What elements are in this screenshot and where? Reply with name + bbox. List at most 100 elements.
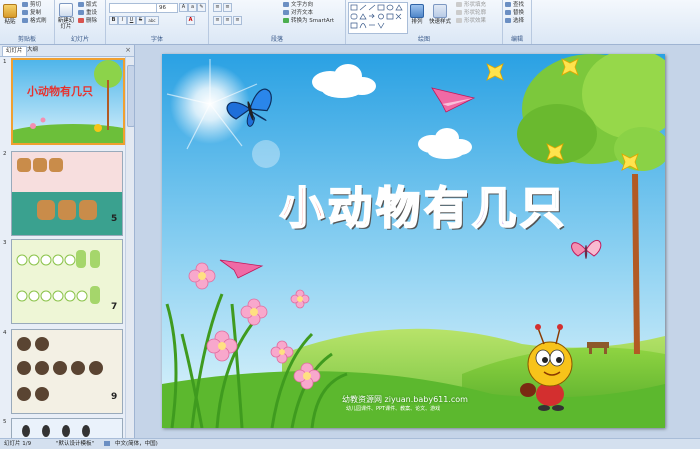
quick-styles-icon: [433, 4, 447, 18]
text-direction-icon: [283, 2, 289, 7]
thumbnail-1-preview: 小动物有几只: [13, 60, 123, 143]
spellcheck-icon[interactable]: [104, 441, 110, 446]
group-label-editing: 编辑: [510, 36, 523, 43]
slide-number-4: 4: [3, 330, 7, 336]
thumbnail-1-title: 小动物有几只: [26, 84, 93, 98]
align-center-button[interactable]: ≡: [223, 16, 232, 25]
new-slide-button[interactable]: 新建幻灯片: [57, 3, 75, 30]
shadow-button[interactable]: abc: [145, 16, 159, 25]
shrink-font-button[interactable]: a: [188, 3, 197, 12]
copy-button[interactable]: 复制: [22, 10, 41, 17]
tab-slides[interactable]: 幻灯片: [2, 46, 27, 56]
shape-effects-button[interactable]: 形状效果: [456, 18, 486, 25]
slides-panel: 幻灯片 大纲 × 1 小动物有几只 2 5 3 7 4 9 5: [0, 45, 135, 440]
brush-icon: [22, 18, 28, 23]
fill-icon: [456, 2, 462, 7]
slide-number-2: 2: [3, 151, 7, 157]
shape-outline-button[interactable]: 形状轮廓: [456, 10, 486, 17]
group-font: 96 A a ✎ B I U S abc A 字体: [106, 0, 209, 44]
italic-button[interactable]: I: [118, 16, 127, 25]
theme-status: "默认设计模板": [56, 441, 95, 447]
clear-format-button[interactable]: ✎: [197, 3, 206, 12]
group-label-font: 字体: [150, 36, 163, 43]
replace-button[interactable]: 替换: [505, 10, 524, 17]
slide-canvas[interactable]: 小动物有几只 幼教资源网 ziyuan.baby611.com 幼儿园课件、PP…: [162, 54, 665, 428]
close-icon[interactable]: ×: [125, 46, 131, 55]
cut-button[interactable]: 剪切: [22, 2, 41, 9]
quick-styles-button[interactable]: 快速样式: [428, 4, 452, 25]
effects-icon: [456, 18, 462, 23]
title-char: 有: [423, 182, 472, 235]
title-char: 几: [471, 182, 520, 235]
slide-thumbnail-3[interactable]: 7: [11, 239, 123, 324]
group-drawing: 排列 快速样式 形状填充 形状轮廓 形状效果 绘图: [346, 0, 503, 44]
slide-artwork: [162, 54, 665, 428]
bold-button[interactable]: B: [109, 16, 118, 25]
grow-font-button[interactable]: A: [179, 3, 188, 12]
scrollbar-thumb[interactable]: [127, 65, 135, 127]
title-char: 只: [519, 182, 568, 235]
slide-thumbnail-1[interactable]: 小动物有几只: [11, 58, 125, 145]
shapes-gallery-icons: [350, 4, 403, 29]
reset-button[interactable]: 重设: [78, 10, 97, 17]
new-slide-icon: [59, 3, 73, 17]
paste-button[interactable]: 粘贴: [3, 4, 17, 25]
copy-icon: [22, 10, 28, 15]
shapes-gallery[interactable]: [348, 2, 408, 34]
arrange-button[interactable]: 排列: [410, 4, 424, 25]
outline-icon: [456, 10, 462, 15]
watermark: 幼教资源网 ziyuan.baby611.com: [342, 395, 468, 404]
group-paragraph: ≡ ≡ ≡ ≡ ≡ 文字方向 对齐文本 转换为 SmartArt 段落: [209, 0, 346, 44]
select-button[interactable]: 选择: [505, 18, 524, 25]
align-left-button[interactable]: ≡: [213, 16, 222, 25]
title-char: 物: [375, 182, 424, 235]
bullets-button[interactable]: ≡: [213, 3, 222, 12]
panel-scrollbar[interactable]: [125, 57, 135, 439]
slide-title: 小动物有几只: [214, 172, 634, 236]
layout-button[interactable]: 版式: [78, 2, 97, 9]
group-slides: 新建幻灯片 版式 重设 删除 幻灯片: [55, 0, 106, 44]
slide-number-1: 1: [3, 59, 7, 65]
status-bar: 幻灯片 1/9 "默认设计模板" 中文(简体，中国): [0, 438, 700, 449]
watermark-sub: 幼儿园课件、PPT课件、教案、论文、游戏: [346, 406, 441, 412]
slide-3-page-label: 7: [111, 302, 118, 312]
group-label-clipboard: 剪贴板: [17, 36, 36, 43]
thumbnail-4-preview: [12, 330, 122, 413]
thumbnail-3-preview: [12, 240, 122, 323]
find-button[interactable]: 查找: [505, 2, 524, 9]
group-editing: 查找 替换 选择 编辑: [503, 0, 532, 44]
strike-button[interactable]: S: [136, 16, 145, 25]
slide-thumbnail-4[interactable]: 9: [11, 329, 123, 414]
smartart-button[interactable]: 转换为 SmartArt: [283, 18, 334, 25]
shape-fill-button[interactable]: 形状填充: [456, 2, 486, 9]
title-char: 小: [279, 182, 328, 235]
select-icon: [505, 18, 511, 23]
text-direction-button[interactable]: 文字方向: [283, 2, 313, 9]
group-clipboard: 粘贴 剪切 复制 格式刷 剪贴板: [0, 0, 55, 44]
title-char: 动: [327, 182, 376, 235]
thumbnail-5-preview: [12, 419, 122, 439]
slide-number-3: 3: [3, 240, 7, 246]
font-size-combo[interactable]: 96: [156, 3, 178, 13]
slide-4-page-label: 9: [111, 392, 118, 402]
underline-button[interactable]: U: [127, 16, 136, 25]
format-painter-button[interactable]: 格式刷: [22, 18, 47, 25]
numbering-button[interactable]: ≡: [223, 3, 232, 12]
language-status: 中文(简体，中国): [115, 441, 158, 447]
slide-number-5: 5: [3, 419, 7, 425]
group-label-slides: 幻灯片: [70, 36, 89, 43]
tab-outline[interactable]: 大纲: [24, 46, 41, 55]
slide-thumbnail-2[interactable]: 5: [11, 151, 123, 236]
slide-2-page-label: 5: [111, 214, 118, 224]
font-name-combo[interactable]: [109, 3, 157, 13]
scissors-icon: [22, 2, 28, 7]
group-label-drawing: 绘图: [417, 36, 430, 43]
delete-button[interactable]: 删除: [78, 18, 97, 25]
align-right-button[interactable]: ≡: [233, 16, 242, 25]
ribbon: 粘贴 剪切 复制 格式刷 剪贴板 新建幻灯片 版式 重设 删除 幻灯片 96 A…: [0, 0, 700, 45]
slide-thumbnail-5[interactable]: [11, 418, 123, 440]
font-color-button[interactable]: A: [186, 16, 195, 25]
align-text-button[interactable]: 对齐文本: [283, 10, 313, 17]
search-icon: [505, 2, 511, 7]
reset-icon: [78, 10, 84, 15]
